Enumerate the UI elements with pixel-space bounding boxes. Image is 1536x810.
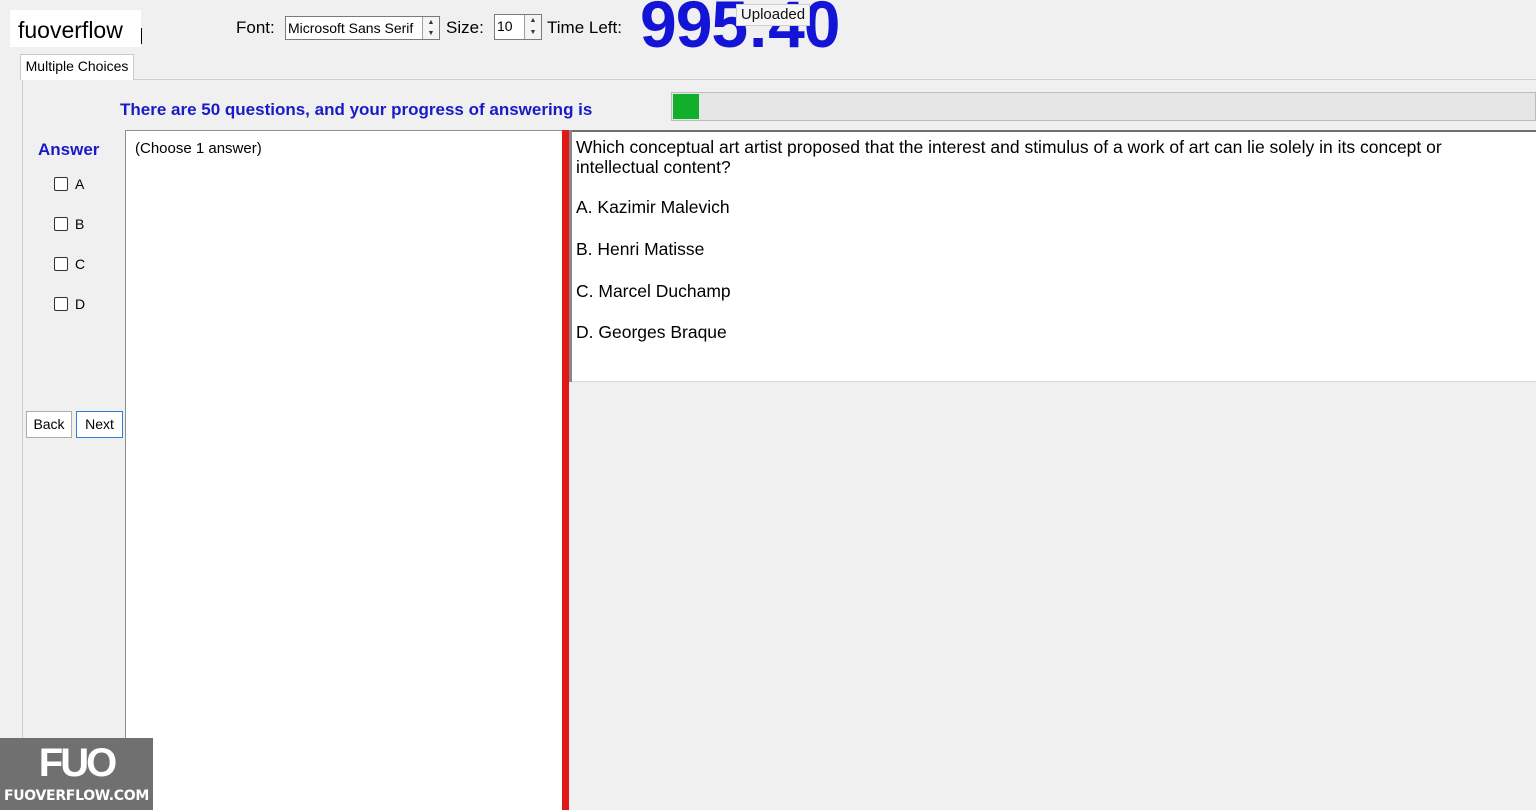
answer-option-label: D	[75, 296, 86, 312]
answer-title: Answer	[38, 140, 100, 159]
up-arrow-icon[interactable]: ▲	[525, 15, 541, 27]
answer-option-b[interactable]: B	[54, 216, 84, 232]
progress-bar	[671, 92, 1536, 121]
answer-instruction: (Choose 1 answer)	[135, 140, 262, 157]
time-left-label: Time Left:	[547, 18, 622, 37]
text-cursor	[141, 28, 142, 44]
back-button[interactable]: Back	[26, 411, 72, 438]
answer-option-label: A	[75, 176, 85, 192]
question-text: Which conceptual art artist proposed tha…	[576, 137, 1442, 177]
size-value: 10	[497, 18, 513, 34]
tab-multiple-choices[interactable]: Multiple Choices	[20, 54, 134, 80]
checkbox-a[interactable]	[54, 177, 68, 191]
watermark-text: fuoverflow	[10, 10, 141, 47]
font-select[interactable]: Microsoft Sans Serif ▲ ▼	[285, 16, 440, 40]
size-stepper[interactable]: 10 ▲ ▼	[494, 14, 542, 40]
down-arrow-icon[interactable]: ▼	[423, 28, 439, 39]
font-spinner[interactable]: ▲ ▼	[422, 17, 439, 39]
font-value: Microsoft Sans Serif	[288, 20, 414, 36]
question-choice-b: B. Henri Matisse	[576, 239, 705, 259]
next-button[interactable]: Next	[76, 411, 123, 438]
size-label: Size:	[446, 18, 484, 37]
logo-site: FUOVERFLOW.COM	[3, 788, 150, 804]
answer-option-d[interactable]: D	[54, 296, 85, 312]
answer-option-a[interactable]: A	[54, 176, 84, 192]
checkbox-b[interactable]	[54, 217, 68, 231]
fuo-logo: FUO FUOVERFLOW.COM	[0, 738, 153, 810]
question-choice-d: D. Georges Braque	[576, 322, 727, 342]
question-choice-a: A. Kazimir Malevich	[576, 197, 730, 217]
font-label: Font:	[236, 18, 275, 37]
checkbox-c[interactable]	[54, 257, 68, 271]
size-spinner[interactable]: ▲ ▼	[524, 15, 541, 39]
uploaded-status: Uploaded	[736, 4, 810, 26]
up-arrow-icon[interactable]: ▲	[423, 17, 439, 28]
answer-option-label: B	[75, 216, 85, 232]
answer-option-label: C	[75, 256, 86, 272]
progress-fill	[673, 94, 699, 119]
panel-splitter[interactable]	[562, 130, 569, 810]
progress-label: There are 50 questions, and your progres…	[120, 100, 593, 119]
down-arrow-icon[interactable]: ▼	[525, 27, 541, 39]
answer-option-c[interactable]: C	[54, 256, 85, 272]
answer-panel	[125, 130, 562, 810]
logo-mark: FUO	[38, 741, 117, 785]
checkbox-d[interactable]	[54, 297, 68, 311]
question-choice-c: C. Marcel Duchamp	[576, 281, 731, 301]
